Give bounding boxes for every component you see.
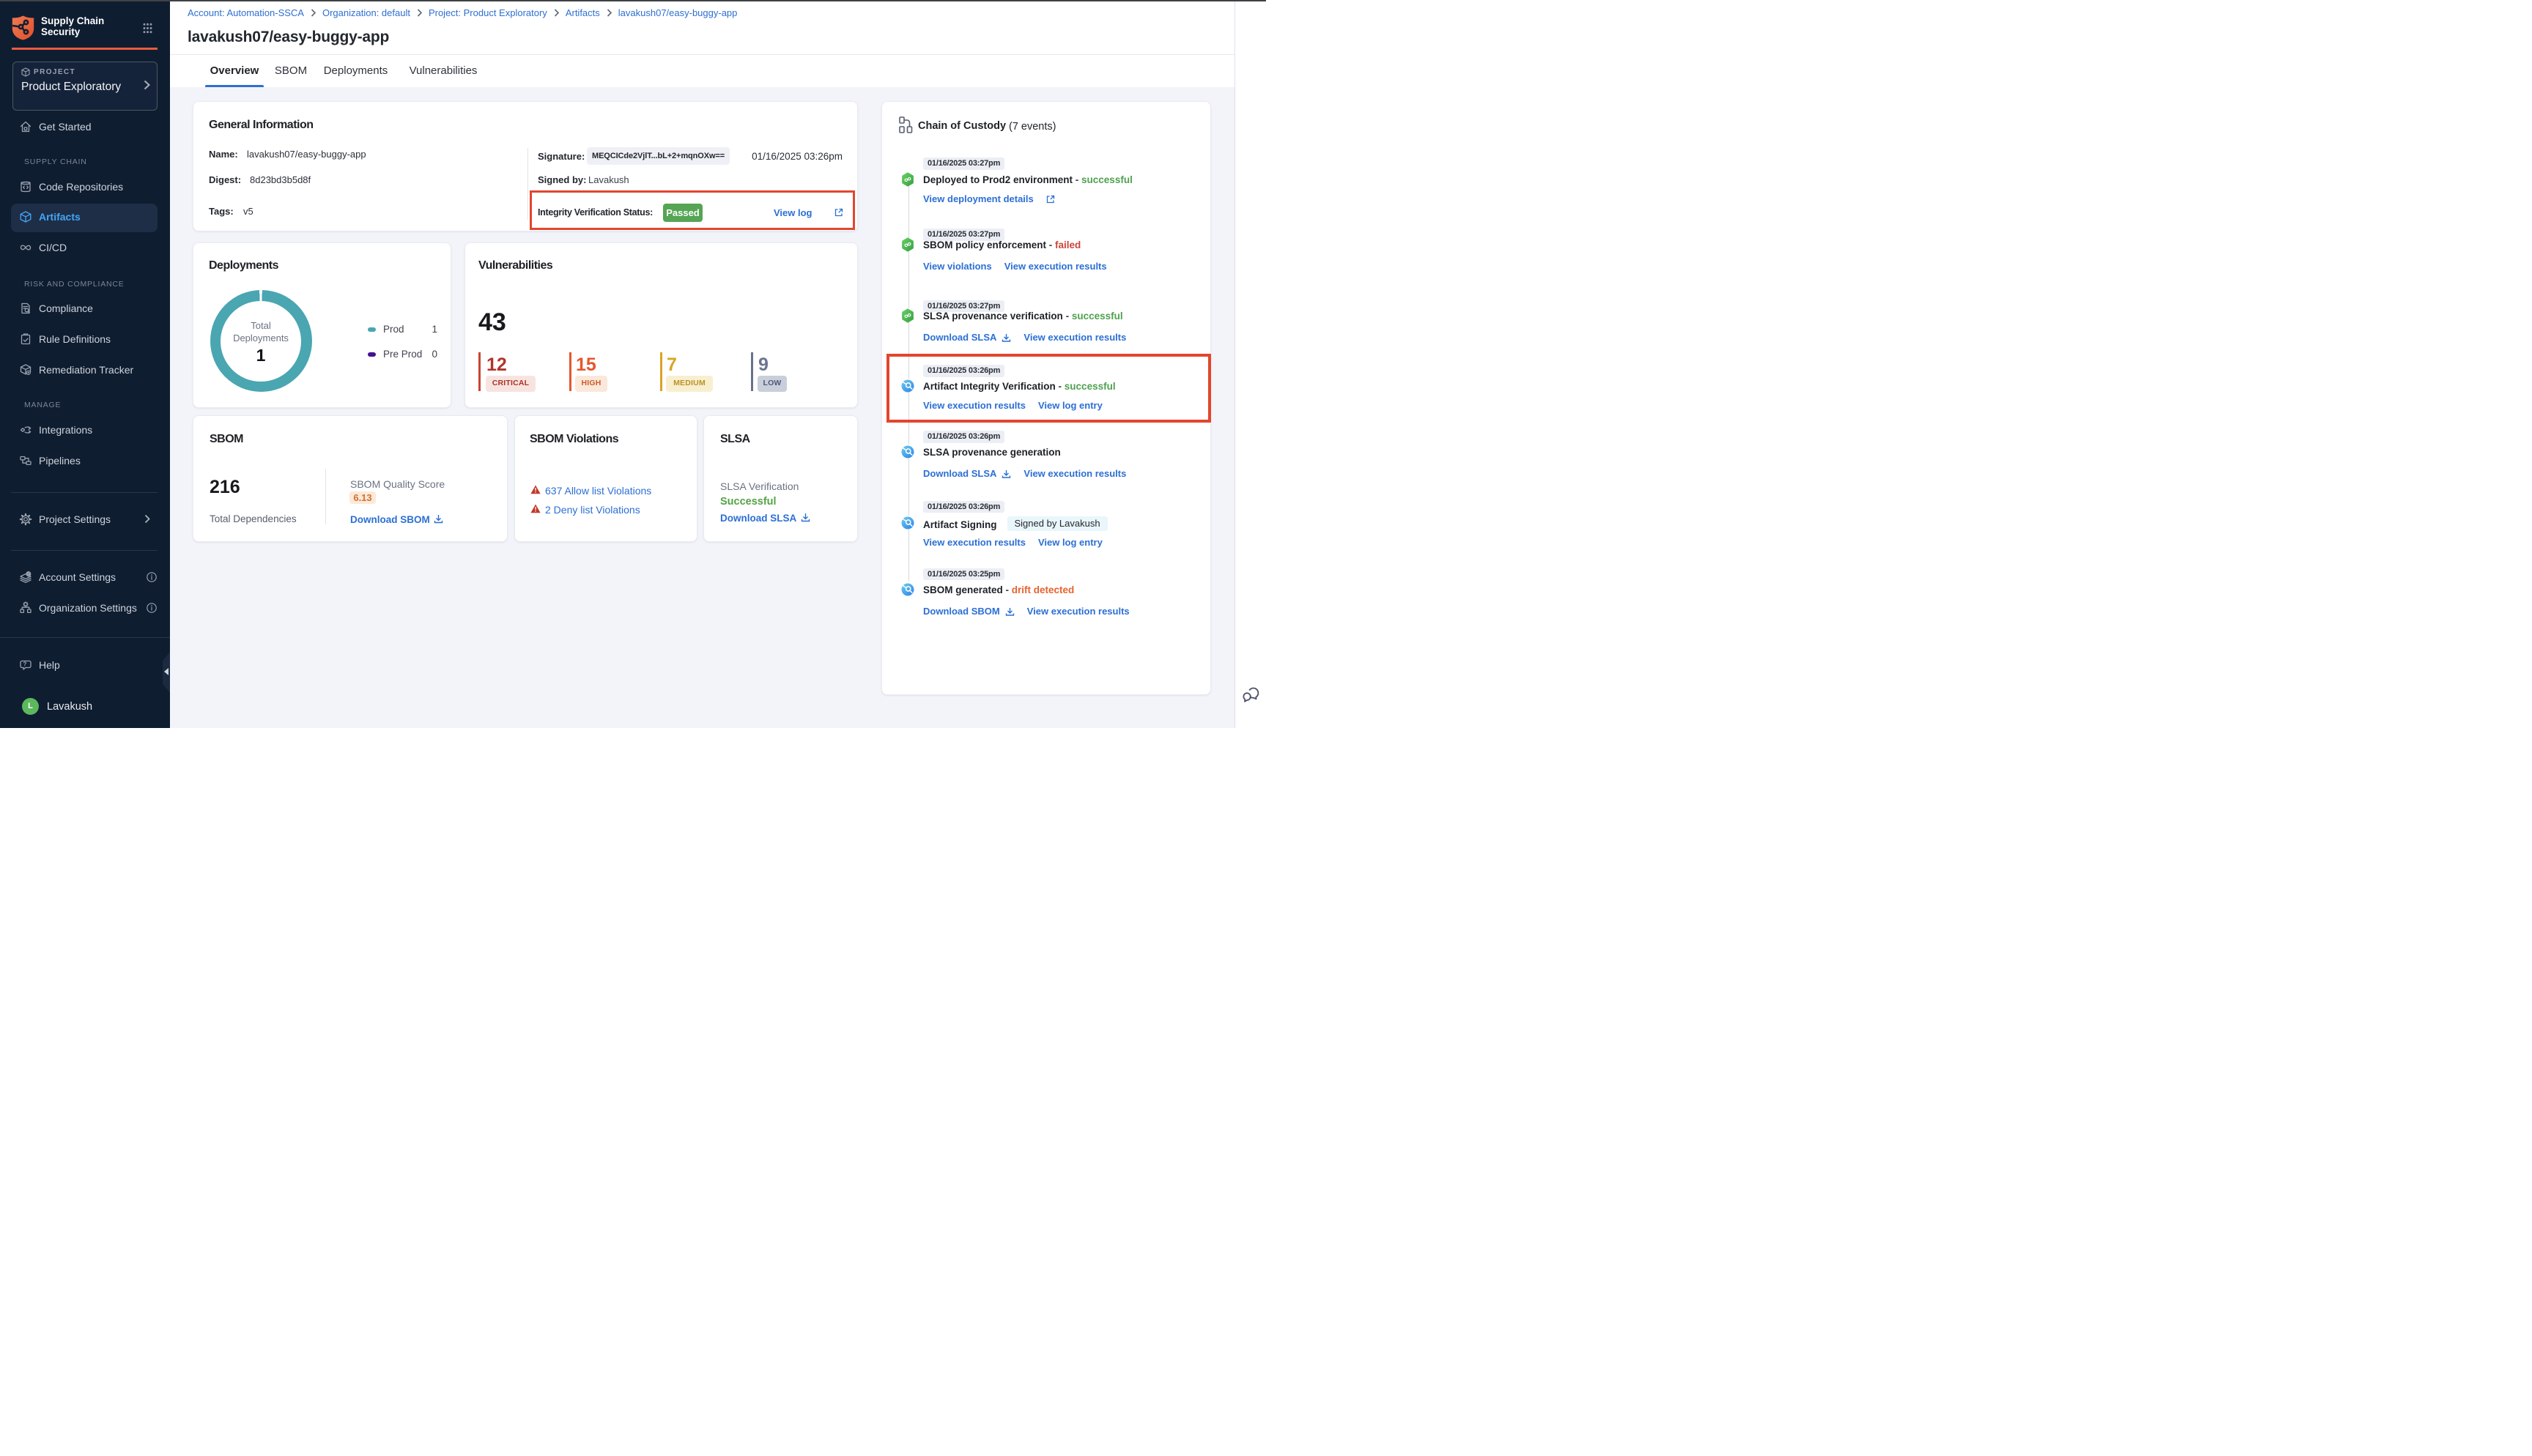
svg-text:?: ? <box>23 661 27 668</box>
